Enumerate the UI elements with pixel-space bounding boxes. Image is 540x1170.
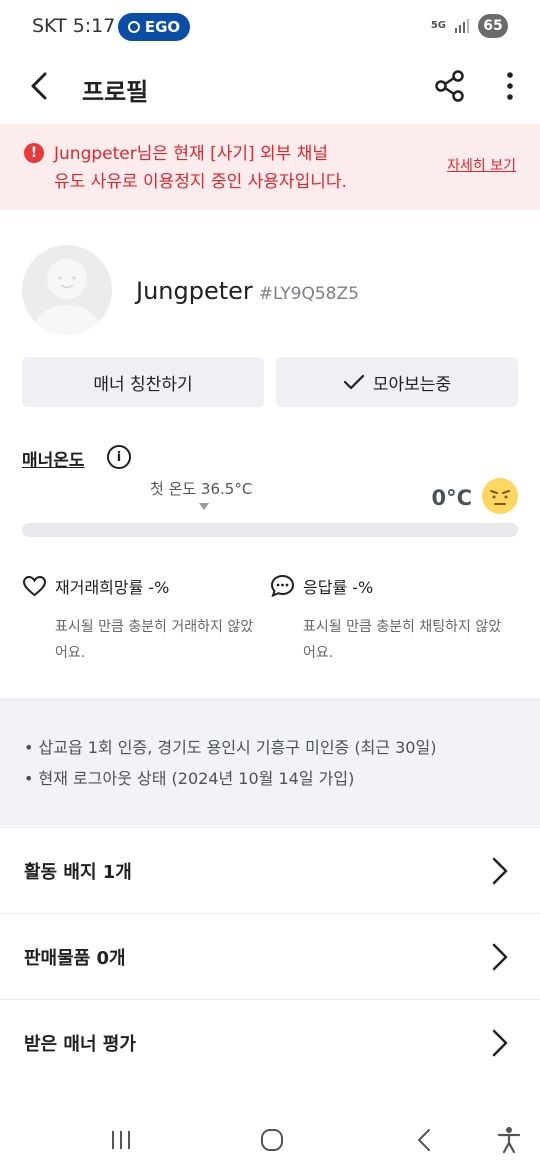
network-5g-icon: 5G bbox=[430, 20, 446, 31]
location-dot-icon bbox=[127, 21, 140, 33]
back-arrow-icon[interactable] bbox=[20, 66, 60, 106]
warning-details-link[interactable]: 자세히 보기 bbox=[447, 155, 516, 175]
rebuy-rate-desc: 표시될 만큼 충분히 거래하지 않았어요. bbox=[55, 619, 254, 661]
info-icon[interactable]: i bbox=[107, 445, 131, 469]
chevron-right-icon bbox=[492, 857, 508, 885]
watching-button[interactable]: 모아보는중 bbox=[276, 357, 518, 407]
menu-sale-items[interactable]: 판매물품 0개 bbox=[0, 913, 540, 1000]
accessibility-icon[interactable] bbox=[489, 1122, 529, 1158]
warning-line-1: Jungpeter님은 현재 [사기] 외부 채널 bbox=[54, 144, 328, 164]
response-rate-desc: 표시될 만큼 충분히 채팅하지 않았어요. bbox=[303, 619, 502, 661]
angry-face-icon bbox=[482, 478, 518, 514]
watching-label: 모아보는중 bbox=[372, 374, 452, 395]
status-icons: 5G 65 bbox=[431, 14, 508, 38]
first-temp-marker-icon bbox=[199, 503, 209, 510]
rebuy-rate-stat: 재거래희망률 -% 표시될 만큼 충분히 거래하지 않았어요. bbox=[22, 574, 265, 666]
app-bar: 프로필 bbox=[0, 56, 540, 124]
status-bar: SKT 5:17 EGO 5G 65 bbox=[0, 0, 540, 56]
warning-line-2: 유도 사유로 이용정지 중인 사용자입니다. bbox=[54, 172, 347, 192]
praise-manner-label: 매너 칭찬하기 bbox=[93, 374, 193, 395]
praise-manner-button[interactable]: 매너 칭찬하기 bbox=[22, 357, 264, 407]
chevron-right-icon bbox=[492, 1029, 508, 1057]
manner-temp-label[interactable]: 매너온도 bbox=[22, 446, 85, 471]
user-id: #LY9Q58Z5 bbox=[258, 284, 359, 304]
menu-label: 활동 배지 1개 bbox=[24, 862, 132, 883]
menu-manner-reviews[interactable]: 받은 매너 평가 bbox=[0, 999, 540, 1086]
ego-badge: EGO bbox=[118, 13, 190, 41]
profile-nickname: Jungpeter #LY9Q58Z5 bbox=[136, 277, 359, 305]
first-temp-label: 첫 온도 36.5°C bbox=[150, 480, 253, 498]
menu-activity-badges[interactable]: 활동 배지 1개 bbox=[0, 827, 540, 914]
warning-message: Jungpeter님은 현재 [사기] 외부 채널 유도 사유로 이용정지 중인… bbox=[54, 140, 414, 196]
carrier-time: SKT 5:17 bbox=[32, 15, 116, 37]
battery-icon: 65 bbox=[478, 14, 508, 38]
nav-back-icon[interactable] bbox=[404, 1122, 444, 1158]
avatar[interactable] bbox=[22, 245, 112, 335]
user-info-box: • 삽교읍 1회 인증, 경기도 용인시 기흥구 미인증 (최근 30일) • … bbox=[0, 698, 540, 826]
chevron-right-icon bbox=[492, 943, 508, 971]
default-avatar-icon bbox=[35, 259, 99, 335]
more-vertical-icon[interactable] bbox=[498, 68, 522, 104]
home-icon[interactable] bbox=[252, 1122, 292, 1158]
menu-label: 받은 매너 평가 bbox=[24, 1034, 136, 1055]
alert-icon: ! bbox=[24, 143, 44, 163]
suspension-warning-banner: ! Jungpeter님은 현재 [사기] 외부 채널 유도 사유로 이용정지 … bbox=[0, 124, 540, 210]
manner-temp-bar bbox=[22, 523, 518, 537]
ego-badge-label: EGO bbox=[144, 18, 181, 36]
rebuy-rate-title: 재거래희망률 -% bbox=[55, 578, 170, 597]
response-rate-stat: 응답률 -% 표시될 만큼 충분히 채팅하지 않았어요. bbox=[270, 574, 513, 666]
current-temp: 0°C bbox=[431, 486, 472, 510]
menu-label: 판매물품 0개 bbox=[24, 948, 126, 969]
system-nav-bar bbox=[0, 1110, 540, 1170]
share-icon[interactable] bbox=[432, 68, 468, 104]
signal-icon bbox=[455, 19, 469, 33]
info-login-status: • 현재 로그아웃 상태 (2024년 10월 14일 가입) bbox=[24, 769, 355, 788]
recent-apps-icon[interactable] bbox=[101, 1122, 141, 1158]
response-rate-title: 응답률 -% bbox=[303, 578, 374, 597]
chat-bubble-icon bbox=[270, 574, 295, 598]
checkmark-icon bbox=[343, 374, 364, 390]
nickname-text: Jungpeter bbox=[136, 277, 253, 305]
page-title: 프로필 bbox=[82, 78, 149, 106]
heart-icon bbox=[22, 575, 47, 597]
info-verification: • 삽교읍 1회 인증, 경기도 용인시 기흥구 미인증 (최근 30일) bbox=[24, 738, 437, 757]
